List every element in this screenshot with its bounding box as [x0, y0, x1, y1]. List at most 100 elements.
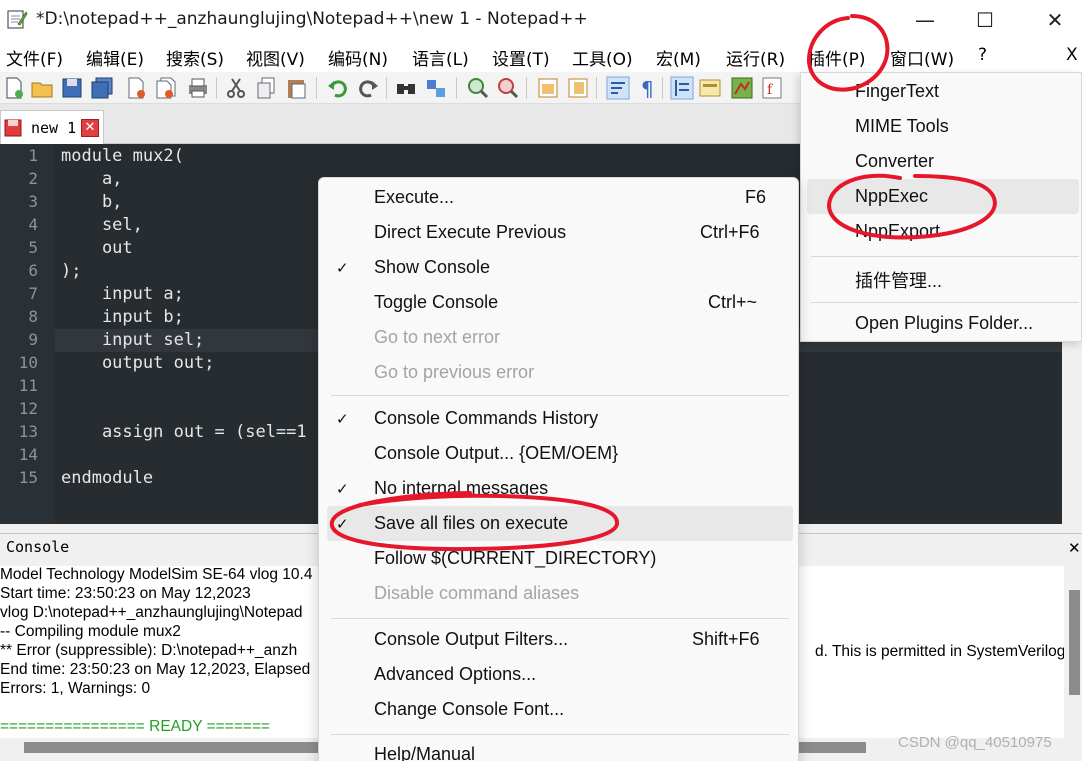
indent-guide-icon[interactable] — [670, 76, 694, 100]
plugin-nppexec[interactable]: NppExec — [855, 186, 928, 207]
minimize-button[interactable]: — — [896, 0, 954, 40]
code-line: ); — [61, 261, 82, 281]
nppexec-change-console-font[interactable]: Change Console Font... — [374, 699, 564, 720]
close-file-icon[interactable] — [124, 76, 148, 100]
plugin-fingertext[interactable]: FingerText — [855, 81, 939, 102]
paste-icon[interactable] — [284, 76, 308, 100]
maximize-button[interactable]: ☐ — [956, 0, 1014, 40]
nppexec-no-internal-messages[interactable]: No internal messages — [374, 478, 548, 499]
line-number: 14 — [18, 445, 38, 464]
menu-window[interactable]: 窗口(W) — [890, 45, 954, 70]
copy-icon[interactable] — [254, 76, 278, 100]
print-icon[interactable] — [186, 76, 210, 100]
replace-icon[interactable] — [424, 76, 448, 100]
code-line: out — [61, 238, 133, 258]
nppexec-go-to-next-error: Go to next error — [374, 327, 501, 347]
nppexec-console-output-filters[interactable]: Console Output Filters... — [374, 629, 568, 650]
plugin-converter[interactable]: Converter — [855, 151, 934, 172]
menu-run[interactable]: 运行(R) — [726, 45, 785, 70]
menu-tools[interactable]: 工具(O) — [572, 45, 633, 70]
close-all-icon[interactable] — [154, 76, 178, 100]
undo-icon[interactable] — [326, 76, 350, 100]
menu-search[interactable]: 搜索(S) — [166, 45, 224, 70]
line-number: 9 — [28, 330, 38, 349]
plugin-admin[interactable]: 插件管理... — [855, 267, 942, 293]
title-bar: *D:\notepad++_anzhaunglujing\Notepad++\n… — [0, 0, 1082, 40]
line-number: 3 — [28, 192, 38, 211]
tab-bar: new 1 ✕ — [0, 104, 800, 144]
nppexec-follow-current-directory[interactable]: Follow $(CURRENT_DIRECTORY) — [374, 548, 656, 569]
line-number: 15 — [18, 468, 38, 487]
nppexec-execute[interactable]: Execute... — [374, 187, 454, 208]
menu-separator — [331, 618, 789, 619]
menu-separator — [331, 395, 789, 396]
close-window-button[interactable]: ✕ — [1026, 0, 1082, 40]
redo-icon[interactable] — [356, 76, 380, 100]
nppexec-advanced-options[interactable]: Advanced Options... — [374, 664, 536, 685]
tab-new-1[interactable]: new 1 ✕ — [0, 110, 104, 144]
nppexec-show-console[interactable]: Show Console — [374, 257, 490, 278]
tab-label: new 1 — [31, 119, 77, 137]
menu-edit[interactable]: 编辑(E) — [86, 45, 144, 70]
menu-help[interactable]: ? — [978, 45, 987, 65]
save-all-icon[interactable] — [90, 76, 114, 100]
code-line: output out; — [61, 353, 215, 373]
tab-close-button[interactable]: ✕ — [81, 119, 99, 137]
menu-macro[interactable]: 宏(M) — [656, 45, 701, 70]
menu-settings[interactable]: 设置(T) — [492, 45, 550, 70]
document-map-icon[interactable] — [730, 76, 754, 100]
toolbar: ¶ f — [0, 72, 800, 104]
nppexec-save-all-files-on-execute[interactable]: Save all files on execute — [374, 513, 568, 534]
line-number: 1 — [28, 146, 38, 165]
line-number: 6 — [28, 261, 38, 280]
nppexec-help-manual[interactable]: Help/Manual — [374, 744, 475, 761]
cut-icon[interactable] — [224, 76, 248, 100]
console-title: Console — [6, 538, 70, 556]
line-number: 5 — [28, 238, 38, 257]
check-icon: ✓ — [336, 480, 349, 498]
menu-close-document[interactable]: X — [1066, 45, 1078, 65]
plugin-nppexport[interactable]: NppExport — [855, 221, 940, 242]
new-file-icon[interactable] — [2, 76, 26, 100]
line-number: 7 — [28, 284, 38, 303]
shortcut-output-filters: Shift+F6 — [692, 629, 760, 649]
toolbar-separator — [386, 77, 387, 99]
plugin-mime-tools[interactable]: MIME Tools — [855, 116, 949, 137]
menu-language[interactable]: 语言(L) — [412, 45, 469, 70]
zoom-in-icon[interactable] — [466, 76, 490, 100]
nppexec-toggle-console[interactable]: Toggle Console — [374, 292, 498, 313]
nppexec-disable-command-aliases: Disable command aliases — [374, 583, 580, 603]
zoom-out-icon[interactable] — [496, 76, 520, 100]
check-icon: ✓ — [336, 410, 349, 428]
word-wrap-icon[interactable] — [606, 76, 630, 100]
code-line: assign out = (sel==1 — [61, 422, 307, 442]
save-icon[interactable] — [60, 76, 84, 100]
function-list-icon[interactable]: f — [760, 76, 784, 100]
menu-file[interactable]: 文件(F) — [6, 45, 63, 70]
menu-plugins[interactable]: 插件(P) — [808, 45, 866, 70]
udl-icon[interactable] — [698, 76, 722, 100]
plugins-menu: FingerText MIME Tools Converter NppExec … — [800, 72, 1082, 342]
sync-horizontal-icon[interactable] — [566, 76, 590, 100]
code-line: input sel; — [61, 330, 205, 350]
notepad-app-icon[interactable] — [6, 8, 28, 30]
menu-separator — [811, 256, 1079, 257]
nppexec-direct-execute-previous[interactable]: Direct Execute Previous — [374, 222, 566, 243]
show-all-characters-icon[interactable]: ¶ — [636, 76, 660, 100]
find-icon[interactable] — [394, 76, 418, 100]
code-line: module mux2( — [61, 146, 184, 166]
menu-encoding[interactable]: 编码(N) — [328, 45, 388, 70]
open-file-icon[interactable] — [30, 76, 54, 100]
menu-view[interactable]: 视图(V) — [246, 45, 305, 70]
console-close-button[interactable]: ✕ — [1068, 539, 1081, 557]
console-scroll-thumb[interactable] — [1069, 590, 1080, 695]
sync-vertical-icon[interactable] — [536, 76, 560, 100]
console-line: Model Technology ModelSim SE-64 vlog 10.… — [0, 566, 313, 583]
open-plugins-folder[interactable]: Open Plugins Folder... — [855, 313, 1033, 334]
code-line: endmodule — [61, 468, 154, 488]
nppexec-console-output[interactable]: Console Output... {OEM/OEM} — [374, 443, 618, 464]
shortcut-toggle-console: Ctrl+~ — [708, 292, 758, 312]
nppexec-console-commands-history[interactable]: Console Commands History — [374, 408, 598, 429]
code-line: b, — [61, 192, 123, 212]
code-line: input a; — [61, 284, 184, 304]
